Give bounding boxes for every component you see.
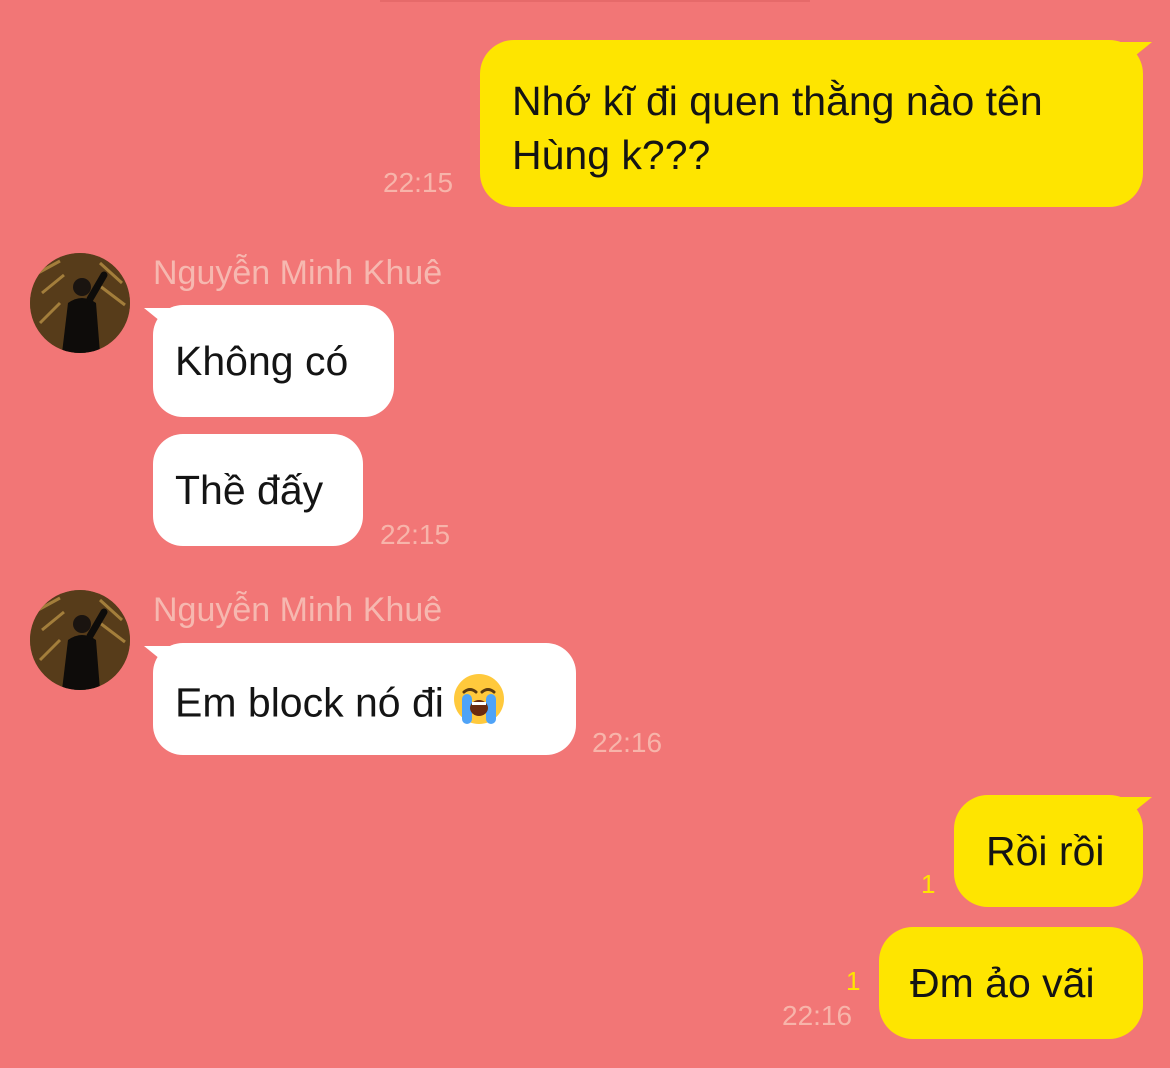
- message-text: Không có: [175, 338, 349, 384]
- message-text: Rồi rồi: [986, 828, 1105, 874]
- my-message-bubble[interactable]: Đm ảo vãi: [879, 927, 1143, 1039]
- loudly-crying-face-icon: [452, 672, 506, 739]
- message-time: 22:16: [592, 727, 663, 758]
- avatar-image: [30, 590, 130, 690]
- unread-count: 1: [921, 869, 936, 899]
- avatar[interactable]: [30, 590, 130, 690]
- avatar-image: [30, 253, 130, 353]
- message-time: 22:15: [380, 519, 451, 550]
- avatar[interactable]: [30, 253, 130, 353]
- message-text: Đm ảo vãi: [910, 960, 1095, 1006]
- message-time: 22:16: [782, 1000, 853, 1031]
- my-message-bubble[interactable]: Nhớ kĩ đi quen thằng nào tên Hùng k???: [480, 40, 1143, 207]
- message-time: 22:15: [383, 167, 454, 198]
- unread-count: 1: [846, 966, 861, 996]
- sender-name: Nguyễn Minh Khuê: [153, 591, 443, 629]
- message-text: Em block nó đi: [175, 679, 444, 726]
- my-message-bubble[interactable]: Rồi rồi: [954, 795, 1143, 907]
- top-divider: [380, 0, 810, 2]
- message-line: Hùng k???: [512, 132, 711, 178]
- message-text: Thề đấy: [175, 467, 324, 513]
- their-message-bubble[interactable]: Thề đấy: [153, 434, 363, 546]
- their-message-bubble[interactable]: Không có: [153, 305, 394, 417]
- message-line: Nhớ kĩ đi quen thằng nào tên: [512, 78, 1043, 124]
- sender-name: Nguyễn Minh Khuê: [153, 254, 443, 292]
- their-message-bubble[interactable]: Em block nó đi: [153, 643, 576, 755]
